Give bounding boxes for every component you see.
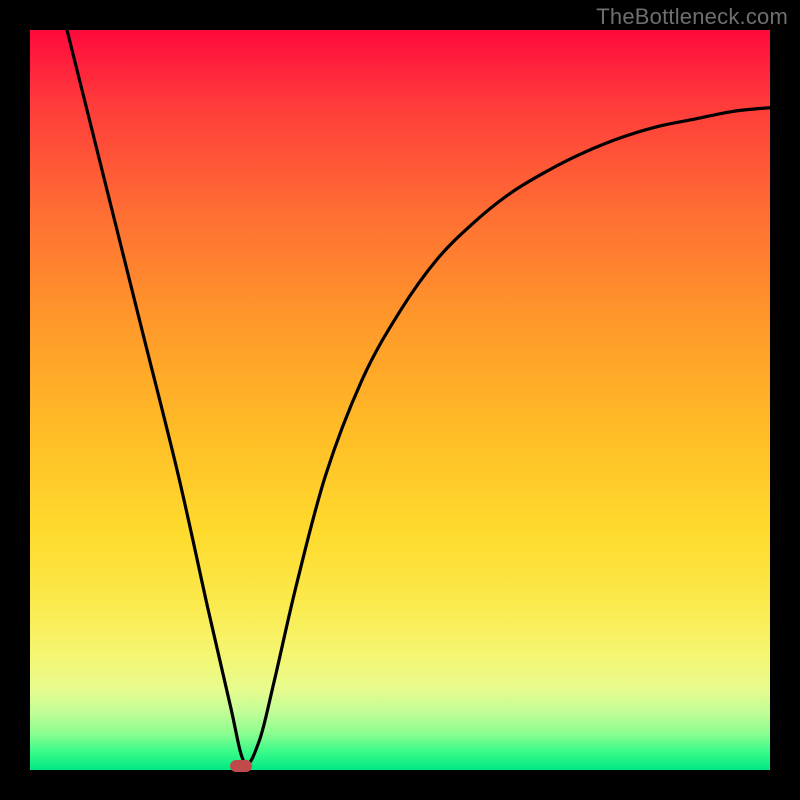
optimal-point-marker bbox=[230, 760, 252, 772]
watermark-text: TheBottleneck.com bbox=[596, 4, 788, 30]
chart-area bbox=[30, 30, 770, 770]
bottleneck-curve bbox=[30, 30, 770, 770]
curve-path bbox=[67, 30, 770, 764]
